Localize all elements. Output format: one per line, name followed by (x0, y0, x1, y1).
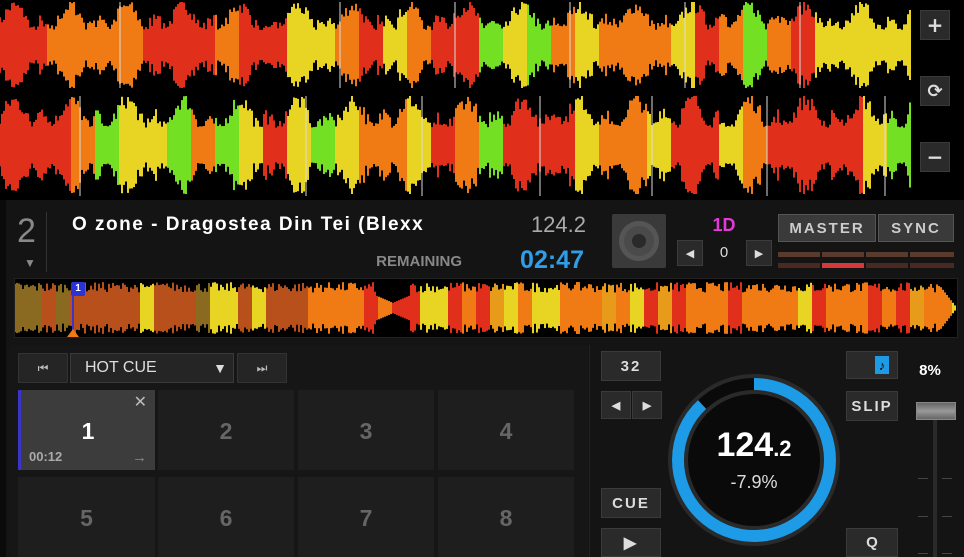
slip-button[interactable]: SLIP (846, 391, 898, 421)
key-up-button[interactable]: ▶ (746, 240, 772, 266)
cue-label: CUE (612, 494, 650, 512)
arrow-right-icon: → (132, 449, 147, 466)
fader-tick (942, 478, 952, 479)
pad-mode-value: HOT CUE (85, 359, 157, 376)
play-icon: ▶ (623, 534, 639, 552)
track-overview[interactable]: 1 (14, 278, 958, 338)
fader-tick (942, 516, 952, 517)
arrow-right-icon: ▶ (754, 247, 764, 260)
minus-icon: − (926, 145, 944, 169)
phase-meter-segment (910, 263, 954, 268)
phase-meter-segment (778, 263, 820, 268)
fader-tick (918, 478, 928, 479)
key-adjust-value: 0 (719, 244, 729, 261)
phase-meter-segment (778, 252, 820, 257)
vinyl-hub (632, 234, 646, 248)
fader-tick (918, 553, 928, 554)
hotcue-pad-5[interactable]: 5 (18, 477, 155, 557)
jog-mode-button[interactable] (612, 214, 666, 268)
pad-number: 3 (359, 418, 373, 444)
close-icon[interactable]: ✕ (134, 392, 147, 412)
hotcue-pad-2[interactable]: 2 (158, 390, 294, 470)
zoom-reset-button[interactable]: ⟳ (920, 76, 950, 106)
loop-size-value: 32 (620, 357, 642, 375)
waveform-area[interactable]: + ⟳ − (0, 0, 964, 200)
hotcue-pad-6[interactable]: 6 (158, 477, 294, 557)
overview-waveform[interactable] (15, 279, 957, 337)
loop-size-button[interactable]: 32 (601, 351, 661, 381)
music-note-icon: ♪ (875, 356, 889, 374)
deck-number[interactable]: 2 ▼ (15, 212, 47, 272)
pad-number: 2 (219, 418, 233, 444)
sync-button[interactable]: SYNC (878, 214, 954, 242)
arrow-left-icon: ◀ (611, 399, 621, 412)
keylock-button[interactable]: ♪ (846, 351, 898, 379)
hotcue-pad-7[interactable]: 7 (298, 477, 434, 557)
prev-page-button[interactable]: ⏮ (18, 353, 68, 383)
loop-halve-button[interactable]: ◀ (601, 391, 631, 419)
skip-forward-icon: ⏭ (256, 360, 268, 375)
phase-meter-segment (822, 252, 864, 257)
time-mode-label[interactable]: REMAINING (340, 253, 462, 270)
zoom-out-button[interactable]: − (920, 142, 950, 172)
hotcue-pad-8[interactable]: 8 (438, 477, 574, 557)
fader-tick (942, 553, 952, 554)
track-title: O zone - Dragostea Din Tei (Blexx (72, 214, 425, 235)
slip-label: SLIP (851, 397, 893, 415)
hotcue-pad-4[interactable]: 4 (438, 390, 574, 470)
platter-bpm: 124.2 (666, 426, 842, 465)
fader-tick (918, 516, 928, 517)
quantize-label: Q (866, 534, 878, 551)
chevron-down-icon: ▼ (24, 256, 36, 270)
arrow-right-icon: ▶ (642, 399, 652, 412)
dual-waveform[interactable] (0, 0, 912, 196)
phase-meter-active (822, 263, 864, 268)
pitch-range[interactable]: 8% (910, 362, 950, 379)
bpm-display: 124.2 (530, 212, 586, 237)
time-display[interactable]: 02:47 (500, 246, 584, 275)
pad-number: 1 (81, 418, 95, 444)
phase-meter-segment (866, 252, 908, 257)
pad-number: 7 (359, 505, 373, 531)
pad-number: 6 (219, 505, 233, 531)
loop-double-button[interactable]: ▶ (632, 391, 662, 419)
platter-bpm-decimal: .2 (773, 436, 792, 461)
deck-2-waveform (0, 96, 911, 194)
sync-label: SYNC (891, 219, 941, 237)
platter-pitch: -7.9% (730, 472, 778, 492)
hotcue-marker[interactable]: 1 (71, 282, 85, 296)
deck-number-label: 2 (17, 212, 36, 250)
pitch-fader-handle[interactable] (916, 402, 956, 420)
master-button[interactable]: MASTER (778, 214, 876, 242)
play-button[interactable]: ▶ (601, 528, 661, 557)
pad-number: 5 (80, 505, 93, 531)
pad-number: 8 (499, 505, 513, 531)
chevron-down-icon: ▼ (213, 360, 227, 376)
pitch-fader-track[interactable] (933, 416, 937, 557)
cue-time: 00:12 (29, 449, 63, 464)
phase-meter-segment (910, 252, 954, 257)
zoom-in-button[interactable]: + (920, 10, 950, 40)
skip-back-icon: ⏮ (37, 360, 49, 375)
platter-bpm-int: 124 (716, 426, 774, 464)
quantize-button[interactable]: Q (846, 528, 898, 557)
refresh-icon: ⟳ (927, 80, 943, 102)
pad-mode-select[interactable]: HOT CUE ▼ (70, 353, 234, 383)
phase-meter-segment (866, 263, 908, 268)
hotcue-pad-1[interactable]: 1 ✕ 00:12 → (18, 390, 155, 470)
hotcue-pad-3[interactable]: 3 (298, 390, 434, 470)
key-down-button[interactable]: ◀ (677, 240, 703, 266)
deck-edge (0, 200, 6, 557)
master-label: MASTER (789, 219, 865, 237)
plus-icon: + (926, 13, 944, 37)
cue-button[interactable]: CUE (601, 488, 661, 518)
pad-number: 4 (499, 418, 513, 444)
arrow-left-icon: ◀ (685, 247, 695, 260)
track-key: 1D (712, 215, 736, 235)
next-page-button[interactable]: ⏭ (237, 353, 287, 383)
